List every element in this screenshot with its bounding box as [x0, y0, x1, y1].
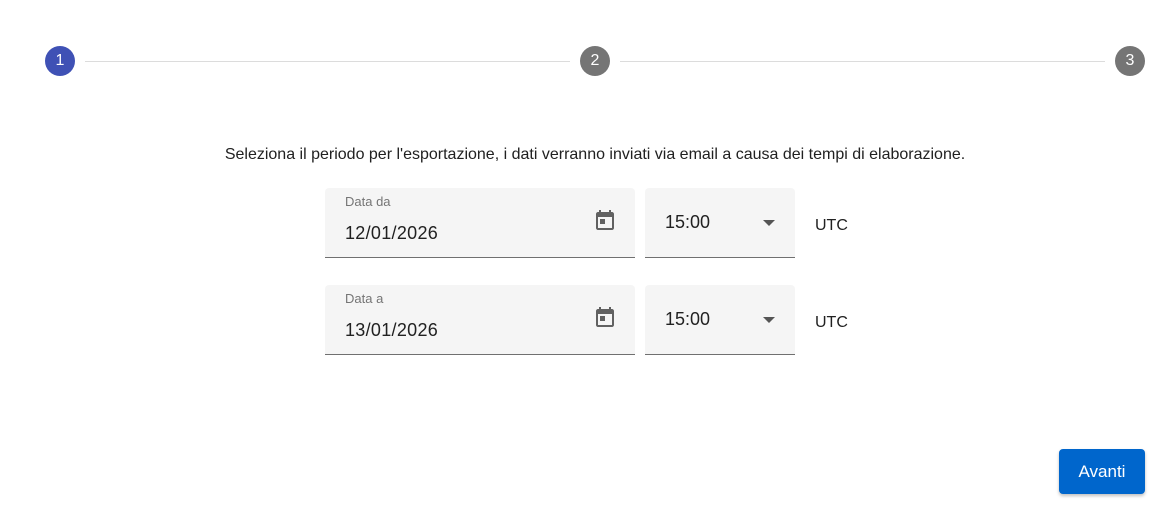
next-button[interactable]: Avanti — [1059, 449, 1145, 494]
step-2-indicator[interactable]: 2 — [580, 46, 610, 76]
calendar-icon[interactable] — [593, 306, 617, 330]
step-3-label: 3 — [1125, 52, 1135, 69]
timezone-from-label: UTC — [815, 217, 848, 234]
calendar-icon[interactable] — [593, 209, 617, 233]
step-connector-1 — [85, 61, 570, 62]
step-3-indicator[interactable]: 3 — [1115, 46, 1145, 76]
timezone-to-label: UTC — [815, 314, 848, 331]
time-to-value: 15:00 — [665, 309, 711, 329]
step-2-label: 2 — [590, 52, 600, 69]
instruction-text: Seleziona il periodo per l'esportazione,… — [224, 146, 966, 163]
date-from-label: Data da — [345, 194, 391, 209]
step-1-label: 1 — [55, 52, 65, 69]
step-connector-2 — [620, 61, 1105, 62]
date-from-value: 12/01/2026 — [345, 223, 439, 243]
time-to-select[interactable]: 15:00 — [645, 285, 795, 355]
step-1-indicator[interactable]: 1 — [45, 46, 75, 76]
chevron-down-icon — [763, 317, 775, 323]
chevron-down-icon — [763, 220, 775, 226]
date-to-label: Data a — [345, 291, 384, 306]
time-from-value: 15:00 — [665, 212, 711, 232]
date-to-field[interactable]: Data a 13/01/2026 — [325, 285, 635, 355]
date-from-field[interactable]: Data da 12/01/2026 — [325, 188, 635, 258]
date-to-value: 13/01/2026 — [345, 320, 439, 340]
time-from-select[interactable]: 15:00 — [645, 188, 795, 258]
export-period-wizard: 1 2 3 Seleziona il periodo per l'esporta… — [0, 0, 1173, 517]
